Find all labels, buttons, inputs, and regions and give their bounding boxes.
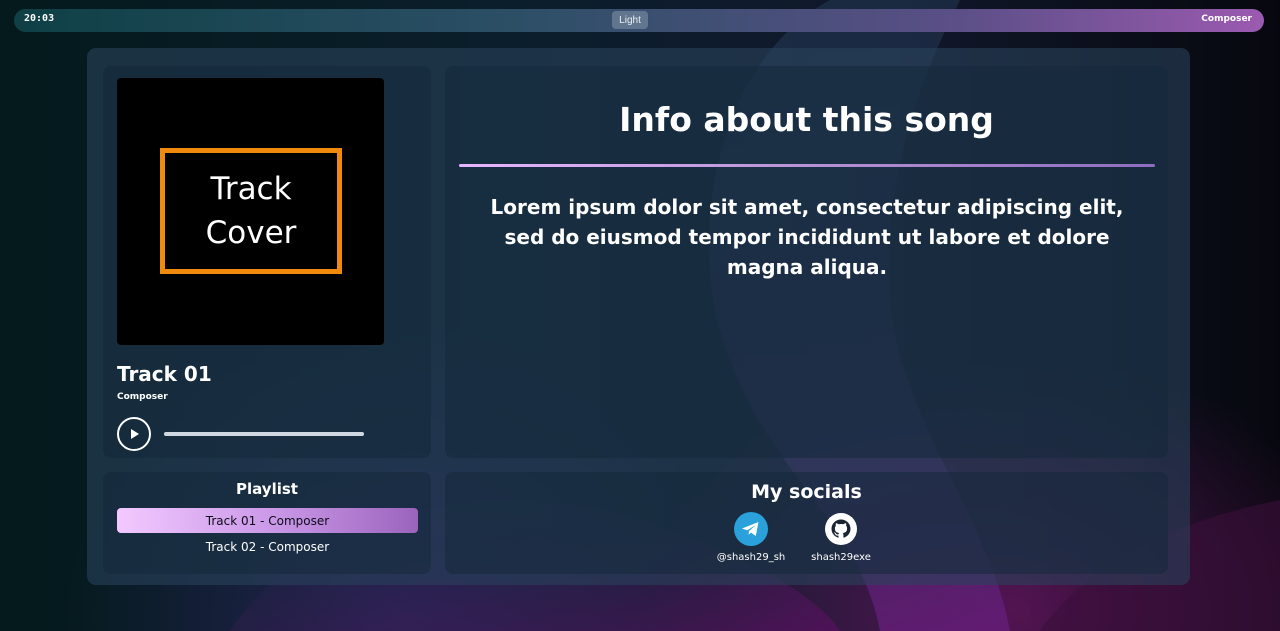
track-composer: Composer [117,392,168,402]
playlist-item[interactable]: Track 01 - Composer [117,508,418,533]
cover-frame: Track Cover [160,148,342,274]
main-card: Track Cover Track 01 Composer Info about… [87,48,1190,585]
progress-fill [164,432,364,436]
theme-toggle-button[interactable]: Light [612,11,648,29]
info-text: Lorem ipsum dolor sit amet, consectetur … [490,195,1124,279]
top-bar-composer-label: Composer [1201,14,1252,24]
info-divider [459,164,1155,167]
playlist-item[interactable]: Track 02 - Composer [117,534,418,559]
social-handle: @shash29_sh [716,552,786,563]
info-title: Info about this song [619,100,994,139]
social-link-telegram[interactable]: @shash29_sh [701,512,801,563]
social-link-github[interactable]: shash29exe [791,512,891,563]
top-bar: 20:03 Light Composer [14,9,1264,32]
play-icon [131,429,139,439]
playlist-panel: Playlist Track 01 - Composer Track 02 - … [103,472,431,574]
track-cover: Track Cover [117,78,384,345]
cover-text: Track Cover [205,171,297,251]
player-panel: Track Cover Track 01 Composer [103,66,431,458]
info-panel: Info about this song Lorem ipsum dolor s… [445,66,1168,458]
track-title: Track 01 [117,362,212,386]
clock: 20:03 [24,13,55,24]
play-button[interactable] [117,417,151,451]
socials-panel: My socials @shash29_sh shash29exe [445,472,1168,574]
github-icon [825,513,857,545]
playlist-title: Playlist [236,480,298,498]
telegram-icon [734,512,768,546]
socials-title: My socials [751,481,862,503]
progress-bar[interactable] [164,432,364,436]
social-handle: shash29exe [811,552,871,563]
